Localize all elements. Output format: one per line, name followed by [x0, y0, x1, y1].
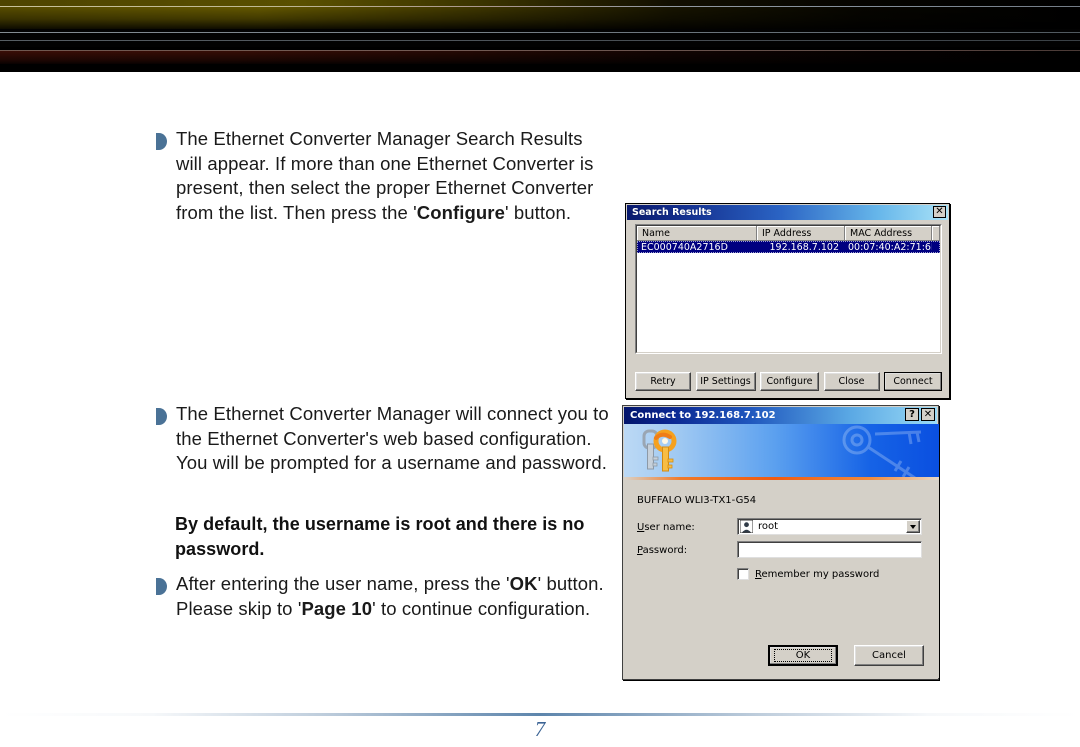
default-credentials-note: By default, the username is root and the… — [175, 512, 620, 561]
device-name-label: BUFFALO WLI3-TX1-G54 — [637, 495, 757, 506]
page-content: The Ethernet Converter Manager Search Re… — [0, 72, 1080, 693]
instruction-block-1: The Ethernet Converter Manager Search Re… — [155, 127, 605, 225]
instruction-text-1: The Ethernet Converter Manager Search Re… — [176, 128, 594, 223]
connect-dialog-banner — [624, 424, 939, 477]
cell-mac-address: 00:07:40:A2:71:6D — [848, 242, 932, 252]
remember-password-checkbox[interactable]: Remember my password — [737, 568, 879, 580]
banner-hairline-second — [0, 32, 1080, 33]
help-icon[interactable]: ? — [905, 408, 919, 421]
remember-password-label: Remember my password — [755, 568, 880, 580]
column-header-spacer[interactable] — [932, 226, 940, 241]
search-results-titlebar: Search Results ✕ — [627, 205, 948, 220]
footer-divider — [0, 713, 1080, 716]
keys-watermark-icon — [842, 425, 922, 477]
banner-red-stripe — [0, 51, 1080, 65]
search-results-button-bar: Retry IP Settings Configure Close Connec… — [635, 372, 942, 391]
username-value: root — [758, 521, 779, 532]
keys-icon — [642, 429, 677, 472]
page-header-banner — [0, 0, 1080, 72]
table-row[interactable]: EC000740A2716D 192.168.7.102 00:07:40:A2… — [637, 241, 940, 253]
checkbox-box[interactable] — [737, 568, 749, 580]
column-header-name[interactable]: Name — [637, 226, 757, 241]
column-header-ip-address[interactable]: IP Address — [757, 226, 845, 241]
cell-ip-address: 192.168.7.102 — [769, 242, 839, 252]
ip-settings-button[interactable]: IP Settings — [695, 372, 756, 391]
connect-dialog-titlebar: Connect to 192.168.7.102 ? ✕ — [624, 407, 937, 424]
password-input[interactable] — [737, 541, 922, 558]
retry-button[interactable]: Retry — [635, 372, 691, 391]
close-button[interactable]: Close — [823, 372, 880, 391]
banner-olive-gradient — [0, 7, 1080, 29]
instruction-text-3: After entering the user name, press the … — [176, 573, 604, 619]
bullet-marker-icon — [155, 408, 167, 425]
column-header-mac-address[interactable]: MAC Address — [845, 226, 932, 241]
connect-dialog-button-bar: OK Cancel — [624, 645, 939, 666]
search-results-title: Search Results — [632, 207, 712, 218]
search-results-listview[interactable]: Name IP Address MAC Address EC000740A271… — [635, 224, 942, 354]
cancel-button[interactable]: Cancel — [854, 645, 924, 666]
password-label: Password: — [637, 545, 688, 556]
chevron-down-icon[interactable] — [906, 520, 920, 533]
instruction-text-2: The Ethernet Converter Manager will conn… — [176, 403, 609, 474]
close-icon[interactable]: ✕ — [921, 408, 935, 421]
instruction-block-3: After entering the user name, press the … — [155, 572, 605, 621]
search-results-dialog: Search Results ✕ Name IP Address MAC Add… — [625, 203, 950, 399]
connect-dialog-system-buttons: ? ✕ — [905, 408, 935, 421]
cell-name: EC000740A2716D — [641, 242, 728, 252]
banner-black-footer — [0, 64, 1080, 72]
connect-dialog-title: Connect to 192.168.7.102 — [630, 410, 776, 421]
username-label: User name: — [637, 522, 695, 533]
configure-button[interactable]: Configure — [760, 372, 819, 391]
close-icon[interactable]: ✕ — [933, 206, 946, 218]
instruction-block-2: The Ethernet Converter Manager will conn… — [155, 402, 615, 476]
page-footer: 7 — [0, 693, 1080, 747]
connect-button[interactable]: Connect — [884, 372, 942, 391]
listview-header-row: Name IP Address MAC Address — [637, 226, 940, 241]
bullet-marker-icon — [155, 578, 167, 595]
banner-hairline-third — [0, 40, 1080, 41]
default-credentials-text: By default, the username is root and the… — [175, 514, 585, 559]
username-input[interactable]: root — [737, 518, 922, 535]
connect-dialog-body: BUFFALO WLI3-TX1-G54 User name: root Pas… — [624, 480, 939, 678]
ok-button[interactable]: OK — [768, 645, 838, 666]
user-icon — [740, 520, 753, 533]
ok-button-label: OK — [774, 649, 832, 662]
page-number: 7 — [534, 717, 546, 741]
connect-credentials-dialog: Connect to 192.168.7.102 ? ✕ BUFFALO WLI… — [622, 405, 939, 680]
bullet-marker-icon — [155, 133, 167, 150]
